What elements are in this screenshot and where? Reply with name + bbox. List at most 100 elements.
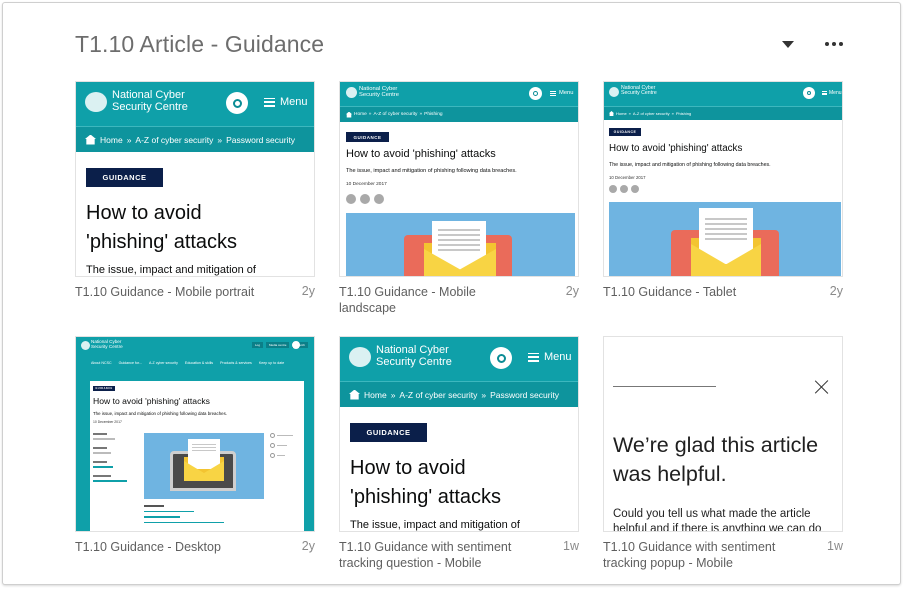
card-age: 2y [301, 539, 315, 553]
thumbnail[interactable]: National Cyber Security Centre Menu Home… [603, 81, 843, 277]
breadcrumb: Home » A-Z of cyber security » Phishing [604, 106, 842, 120]
main-nav: About NCSC Guidance for... A-Z cyber sec… [91, 361, 285, 365]
thumbnail[interactable]: National Cyber Security Centre Menu Home… [339, 336, 579, 532]
logo-line2: Security Centre [112, 100, 188, 113]
article-title: How to avoid 'phishing' attacks [86, 202, 238, 253]
site-logo: National Cyber Security Centre [376, 344, 452, 368]
article-subtitle: The issue, impact and mitigation of phis… [346, 168, 517, 174]
home-icon [346, 111, 352, 118]
site-logo: National Cyber Security Centre [91, 339, 123, 349]
article-title: How to avoid 'phishing' attacks [609, 143, 743, 154]
letter-icon [188, 439, 220, 469]
more-options-button[interactable] [820, 31, 848, 57]
article-subtitle: The issue, impact and mitigation of phis… [609, 162, 771, 168]
dropdown-button[interactable] [774, 31, 802, 57]
guidance-badge: GUIDANCE [346, 132, 389, 142]
search-icon [496, 353, 506, 363]
card-caption: T1.10 Guidance - Mobile portrait [75, 285, 255, 299]
meta-sidebar [93, 429, 133, 519]
hamburger-icon [550, 90, 556, 96]
site-logo: National Cyber Security Centre [359, 86, 399, 99]
article-subtitle: The issue, impact and mitigation of [86, 264, 256, 276]
article-title: How to avoid 'phishing' attacks [93, 396, 210, 406]
search-icon [232, 98, 242, 108]
breadcrumb: Home » A-Z of cyber security » Password … [76, 126, 314, 152]
search-button[interactable] [226, 92, 248, 114]
article-title: How to avoid 'phishing' attacks [346, 148, 496, 160]
search-button[interactable] [292, 341, 300, 349]
menu-button[interactable]: Menu [550, 90, 574, 96]
thumbnail[interactable]: National Cyber Security Centre Log Media… [75, 336, 315, 532]
guidance-badge: GUIDANCE [609, 128, 641, 136]
search-button[interactable] [490, 347, 512, 369]
popup-body: Could you tell us what made the article … [613, 508, 822, 532]
popup-divider [613, 386, 716, 387]
card-caption: T1.10 Guidance with sentiment tracking p… [603, 540, 776, 570]
download-icon[interactable] [609, 185, 617, 193]
share-icon[interactable] [360, 194, 370, 204]
board-panel: T1.10 Article - Guidance National Cyber … [2, 2, 901, 585]
thumbnail[interactable]: We’re glad this article was helpful. Cou… [603, 336, 843, 532]
home-icon [349, 389, 360, 400]
crest-icon [609, 87, 619, 97]
card-caption: T1.10 Guidance - Tablet [603, 285, 737, 299]
contents-list [144, 505, 244, 523]
logo-line1: National Cyber [112, 89, 185, 101]
crumb-password[interactable]: Password security [226, 135, 295, 145]
site-header: National Cyber Security Centre Menu [340, 337, 578, 381]
hero-image [609, 202, 841, 276]
hamburger-icon [822, 91, 827, 95]
print-icon[interactable] [374, 194, 384, 204]
card-age: 1w [563, 539, 579, 553]
crest-icon [85, 92, 107, 112]
search-button[interactable] [803, 87, 815, 99]
crest-icon [349, 347, 371, 367]
search-button[interactable] [529, 87, 542, 100]
crumb-home[interactable]: Home [100, 135, 123, 145]
article-subtitle: The issue, impact and mitigation of [350, 519, 520, 531]
page-title: T1.10 Article - Guidance [75, 31, 325, 57]
caret-down-icon [782, 40, 794, 48]
site-logo: National Cyber Security Centre [112, 89, 188, 113]
close-icon[interactable] [814, 379, 830, 395]
share-icon[interactable] [620, 185, 628, 193]
card-age: 2y [301, 284, 315, 298]
crest-icon [81, 341, 90, 350]
card-caption: T1.10 Guidance - Desktop [75, 540, 221, 554]
thumbnail[interactable]: National Cyber Security Centre Menu Home… [75, 81, 315, 277]
card-age: 1w [827, 539, 843, 553]
site-header: National Cyber Security Centre Menu [76, 82, 314, 126]
menu-button[interactable]: Menu [822, 90, 842, 96]
menu-button[interactable]: Menu [528, 351, 572, 363]
card-age: 2y [829, 284, 843, 298]
card-caption: T1.10 Guidance with sentiment tracking q… [339, 540, 512, 570]
hamburger-icon [264, 97, 275, 107]
popup-heading: We’re glad this article was helpful. [613, 433, 819, 486]
breadcrumb: Home » A-Z of cyber security » Password … [340, 381, 578, 407]
card-caption: T1.10 Guidance - Mobile landscape [339, 285, 476, 315]
site-header: National Cyber Security Centre Menu [604, 82, 842, 106]
guidance-badge: GUIDANCE [86, 168, 163, 187]
hero-image [346, 213, 575, 276]
hero-image [144, 433, 264, 499]
article-date: 10 December 2017 [609, 175, 646, 180]
actions-sidebar [270, 433, 300, 458]
menu-label: Menu [280, 96, 308, 108]
home-icon [609, 111, 614, 116]
article-title: How to avoid 'phishing' attacks [350, 457, 502, 508]
download-icon[interactable] [346, 194, 356, 204]
crumb-az[interactable]: A-Z of cyber security [135, 135, 213, 145]
menu-button[interactable]: Menu [264, 96, 308, 108]
thumbnail[interactable]: National Cyber Security Centre Menu Home… [339, 81, 579, 277]
print-icon[interactable] [631, 185, 639, 193]
hamburger-icon [528, 352, 539, 362]
home-icon [85, 134, 96, 145]
share-icons [609, 185, 639, 193]
content-area: GUIDANCE How to avoid 'phishing' attacks… [90, 381, 304, 531]
site-header: National Cyber Security Centre Menu [340, 82, 578, 106]
search-icon [807, 91, 811, 95]
card-age: 2y [565, 284, 579, 298]
guidance-badge: GUIDANCE [350, 423, 427, 442]
site-header: National Cyber Security Centre Log Media… [76, 337, 314, 369]
breadcrumb: Home » A-Z of cyber security » Phishing [340, 106, 578, 122]
